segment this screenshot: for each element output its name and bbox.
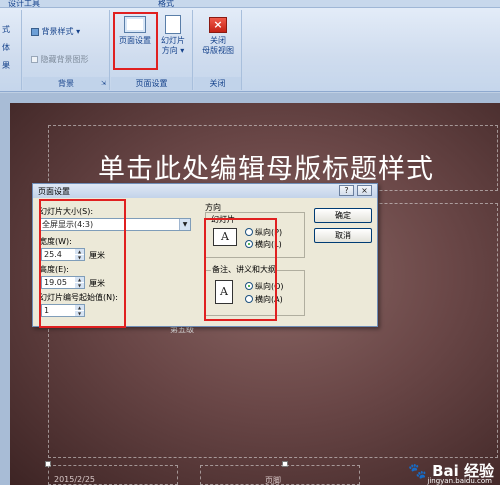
orientation-icon — [165, 15, 181, 34]
chevron-down-icon[interactable]: ▼ — [179, 219, 190, 230]
close-label-1: 关闭 — [210, 36, 226, 45]
highlight-orientation — [204, 218, 277, 321]
ribbon: 式 体 果 背景样式 ▾ 隐藏背景图形 背景 ⇲ 页面设置 幻灯片 方向 ▾ 页… — [0, 8, 500, 92]
help-button[interactable]: ? — [339, 185, 354, 196]
dialog-close-button[interactable]: × — [357, 185, 372, 196]
dialog-launcher-icon[interactable]: ⇲ — [101, 80, 106, 87]
slide-orientation-label-1: 幻灯片 — [161, 36, 185, 45]
hide-background-checkbox[interactable]: 隐藏背景图形 — [31, 54, 89, 65]
ribbon-tab-bar: 设计工具 格式 — [0, 0, 500, 8]
paint-icon — [31, 27, 39, 36]
paw-icon: 🐾 — [408, 462, 427, 480]
highlight-page-setup — [113, 12, 158, 70]
checkbox-icon — [31, 56, 38, 63]
highlight-size-settings — [39, 199, 126, 328]
close-master-view-button[interactable]: × 关闭 母版视图 — [196, 14, 240, 56]
slide-title-placeholder[interactable]: 单击此处编辑母版标题样式 — [98, 147, 434, 186]
footer-date[interactable]: 2015/2/25 — [54, 475, 95, 484]
ribbon-group-partial: 式 体 果 — [0, 10, 22, 90]
hide-background-label: 隐藏背景图形 — [40, 55, 89, 64]
group-label-background: 背景 — [23, 77, 109, 90]
watermark-url: jingyan.baidu.com — [427, 477, 492, 485]
ribbon-group-background: 背景样式 ▾ 隐藏背景图形 背景 ⇲ — [23, 10, 110, 90]
ribbon-partial-1[interactable]: 式 — [2, 24, 10, 35]
ribbon-partial-3[interactable]: 果 — [2, 60, 10, 71]
close-label-2: 母版视图 — [202, 46, 234, 55]
dialog-title: 页面设置 — [38, 187, 70, 196]
background-style-label: 背景样式 — [41, 27, 74, 36]
group-label-close: 关闭 — [194, 77, 241, 90]
close-icon: × — [209, 17, 227, 33]
cancel-button[interactable]: 取消 — [314, 228, 372, 243]
chevron-down-icon: ▾ — [76, 27, 81, 36]
ribbon-partial-2[interactable]: 体 — [2, 42, 10, 53]
ok-button[interactable]: 确定 — [314, 208, 372, 223]
background-style-button[interactable]: 背景样式 ▾ — [31, 26, 80, 37]
slide-orientation-label-2: 方向 ▾ — [161, 46, 185, 55]
dialog-titlebar: 页面设置 ? × — [33, 184, 377, 198]
footer-text[interactable]: 页脚 — [265, 475, 281, 485]
ribbon-group-close: × 关闭 母版视图 关闭 — [194, 10, 242, 90]
group-label-page-setup: 页面设置 — [111, 77, 192, 90]
slide-orientation-button[interactable]: 幻灯片 方向 ▾ — [155, 14, 191, 56]
